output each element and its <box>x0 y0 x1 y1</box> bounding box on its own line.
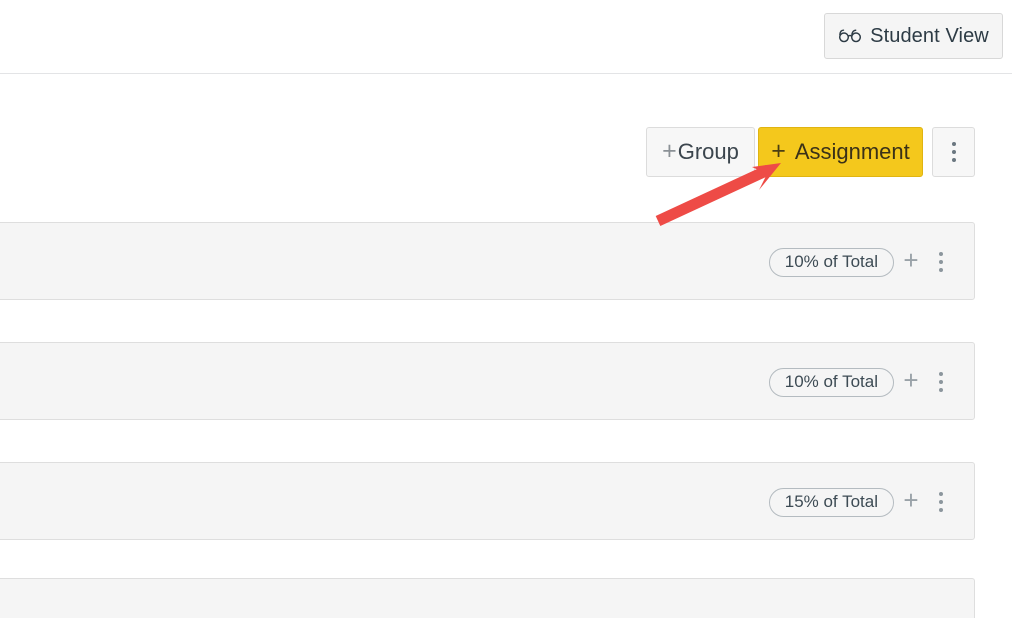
assignment-group-row[interactable]: 15% of Total + <box>0 462 975 540</box>
kebab-menu-icon <box>946 142 962 162</box>
add-group-button[interactable]: + Group <box>646 127 755 177</box>
student-view-button[interactable]: Student View <box>824 13 1003 59</box>
assignment-group-row[interactable]: 10% of Total + <box>0 342 975 420</box>
assignment-group-more-options-button[interactable] <box>928 492 954 512</box>
glasses-icon <box>839 29 862 43</box>
group-weight-badge: 15% of Total <box>768 487 894 517</box>
assignment-group-row-tools: 15% of Total + <box>768 463 954 541</box>
student-view-button-label: Student View <box>870 25 989 47</box>
assignment-group-more-options-button[interactable] <box>928 372 954 392</box>
assignment-group-row-partial[interactable] <box>0 578 975 618</box>
group-weight-badge: 10% of Total <box>768 367 894 397</box>
add-assignment-to-group-icon[interactable]: + <box>894 487 928 513</box>
plus-icon: + <box>662 136 677 165</box>
page-header: Student View <box>0 0 1024 74</box>
header-divider <box>0 73 1012 74</box>
group-weight-badge: 10% of Total <box>768 247 894 277</box>
assignment-group-row-tools: 10% of Total + <box>768 223 954 301</box>
add-group-button-label: Group <box>677 139 739 164</box>
assignment-group-row-tools: 10% of Total + <box>768 343 954 421</box>
add-assignment-button-label: Assignment <box>794 139 910 164</box>
assignments-toolbar: + Group + Assignment <box>0 127 1024 177</box>
kebab-menu-icon <box>933 492 949 512</box>
assignments-more-options-button[interactable] <box>932 127 975 177</box>
kebab-menu-icon <box>933 252 949 272</box>
add-assignment-to-group-icon[interactable]: + <box>894 367 928 393</box>
kebab-menu-icon <box>933 372 949 392</box>
plus-icon: + <box>771 136 786 165</box>
add-assignment-button[interactable]: + Assignment <box>758 127 923 177</box>
add-assignment-to-group-icon[interactable]: + <box>894 247 928 273</box>
assignment-group-row[interactable]: 10% of Total + <box>0 222 975 300</box>
assignment-group-more-options-button[interactable] <box>928 252 954 272</box>
